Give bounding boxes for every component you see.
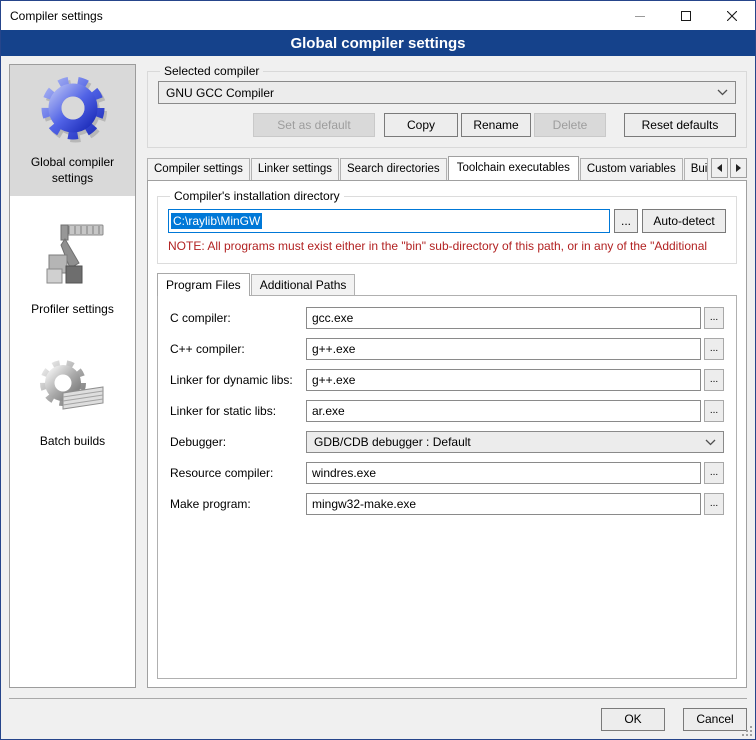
sidebar: Global compiler settings Profiler settin… (9, 64, 136, 688)
ok-button[interactable]: OK (601, 708, 665, 731)
c-compiler-label: C compiler: (170, 311, 306, 325)
subtab-program-files[interactable]: Program Files (157, 273, 250, 296)
resource-compiler-input[interactable] (306, 462, 701, 484)
field-row-make-program: Make program: ... (170, 493, 724, 515)
linker-dynamic-input[interactable] (306, 369, 701, 391)
installation-directory-browse-button[interactable]: ... (614, 209, 638, 233)
titlebar: Compiler settings (1, 1, 755, 30)
resource-compiler-browse-button[interactable]: ... (704, 462, 724, 484)
c-compiler-browse-button[interactable]: ... (704, 307, 724, 329)
compiler-settings-dialog: Compiler settings Global compiler settin… (0, 0, 756, 740)
maximize-button[interactable] (663, 1, 709, 30)
cancel-button[interactable]: Cancel (683, 708, 747, 731)
cpp-compiler-browse-button[interactable]: ... (704, 338, 724, 360)
tab-linker-settings[interactable]: Linker settings (251, 158, 339, 180)
selected-compiler-group-label: Selected compiler (160, 64, 263, 78)
bin-subdirectory-note: NOTE: All programs must exist either in … (168, 239, 726, 253)
blue-gear-icon (35, 72, 111, 152)
resize-grip[interactable] (740, 724, 753, 737)
reset-defaults-button[interactable]: Reset defaults (624, 113, 736, 137)
sidebar-item-batch-builds[interactable]: Batch builds (10, 344, 135, 460)
sidebar-item-label: Profiler settings (31, 302, 114, 318)
set-as-default-button[interactable]: Set as default (253, 113, 375, 137)
sidebar-item-global-compiler-settings[interactable]: Global compiler settings (10, 65, 135, 196)
installation-directory-row: C:\raylib\MinGW ... Auto-detect (168, 209, 726, 233)
settings-tabstrip: Compiler settings Linker settings Search… (147, 155, 747, 180)
window-title: Compiler settings (10, 9, 103, 23)
toolchain-executables-page: Compiler's installation directory C:\ray… (147, 180, 747, 688)
subtab-additional-paths[interactable]: Additional Paths (251, 274, 356, 295)
linker-static-label: Linker for static libs: (170, 404, 306, 418)
dialog-header: Global compiler settings (1, 30, 755, 56)
minimize-button[interactable] (617, 1, 663, 30)
installation-directory-value: C:\raylib\MinGW (171, 213, 262, 229)
close-button[interactable] (709, 1, 755, 30)
sidebar-item-label: Global compiler settings (12, 155, 133, 186)
chevron-down-icon (717, 89, 728, 96)
tab-custom-variables[interactable]: Custom variables (580, 158, 683, 180)
gray-gear-stack-icon (35, 351, 111, 431)
page-title: Global compiler settings (290, 35, 465, 52)
program-files-panel: C compiler: ... C++ compiler: ... Linker… (157, 295, 737, 679)
cpp-compiler-label: C++ compiler: (170, 342, 306, 356)
tab-scroll-left-button[interactable] (711, 158, 728, 178)
linker-static-browse-button[interactable]: ... (704, 400, 724, 422)
maximize-icon (681, 11, 691, 21)
tab-toolchain-executables[interactable]: Toolchain executables (448, 156, 579, 180)
installation-directory-group-label: Compiler's installation directory (170, 189, 344, 203)
installation-directory-group: Compiler's installation directory C:\ray… (157, 189, 737, 264)
sidebar-item-label: Batch builds (40, 434, 105, 450)
field-row-c-compiler: C compiler: ... (170, 307, 724, 329)
field-row-cpp-compiler: C++ compiler: ... (170, 338, 724, 360)
program-files-subtabstrip: Program Files Additional Paths (157, 272, 737, 295)
cpp-compiler-input[interactable] (306, 338, 701, 360)
linker-static-input[interactable] (306, 400, 701, 422)
auto-detect-button[interactable]: Auto-detect (642, 209, 726, 233)
field-row-resource-compiler: Resource compiler: ... (170, 462, 724, 484)
resource-compiler-label: Resource compiler: (170, 466, 306, 480)
compiler-action-row: Set as default Copy Rename Delete Reset … (158, 113, 736, 137)
field-row-linker-static: Linker for static libs: ... (170, 400, 724, 422)
delete-button[interactable]: Delete (534, 113, 606, 137)
linker-dynamic-browse-button[interactable]: ... (704, 369, 724, 391)
chevron-down-icon (705, 439, 716, 446)
rename-button[interactable]: Rename (461, 113, 531, 137)
left-arrow-icon (717, 164, 722, 172)
tab-compiler-settings[interactable]: Compiler settings (147, 158, 250, 180)
compiler-select[interactable]: GNU GCC Compiler (158, 81, 736, 104)
c-compiler-input[interactable] (306, 307, 701, 329)
make-program-label: Make program: (170, 497, 306, 511)
tab-build-options[interactable]: Build options (684, 158, 708, 180)
installation-directory-input[interactable]: C:\raylib\MinGW (168, 209, 610, 233)
copy-button[interactable]: Copy (384, 113, 458, 137)
sidebar-item-profiler-settings[interactable]: Profiler settings (10, 212, 135, 328)
make-program-input[interactable] (306, 493, 701, 515)
right-arrow-icon (736, 164, 741, 172)
make-program-browse-button[interactable]: ... (704, 493, 724, 515)
main-area: Global compiler settings Profiler settin… (1, 56, 755, 698)
field-row-linker-dynamic: Linker for dynamic libs: ... (170, 369, 724, 391)
window-controls (617, 1, 755, 30)
linker-dynamic-label: Linker for dynamic libs: (170, 373, 306, 387)
selected-compiler-group: Selected compiler GNU GCC Compiler Set a… (147, 64, 747, 148)
close-icon (727, 11, 737, 21)
content-column: Selected compiler GNU GCC Compiler Set a… (147, 64, 747, 688)
caliper-blocks-icon (35, 219, 111, 299)
debugger-select-value: GDB/CDB debugger : Default (314, 435, 705, 449)
tab-search-directories[interactable]: Search directories (340, 158, 447, 180)
footer: OK Cancel (1, 699, 755, 739)
debugger-select[interactable]: GDB/CDB debugger : Default (306, 431, 724, 453)
tab-scroll-right-button[interactable] (730, 158, 747, 178)
debugger-label: Debugger: (170, 435, 306, 449)
compiler-select-value: GNU GCC Compiler (166, 86, 717, 100)
tab-scroll-arrows (711, 158, 747, 178)
field-row-debugger: Debugger: GDB/CDB debugger : Default (170, 431, 724, 453)
minimize-icon (635, 11, 645, 21)
